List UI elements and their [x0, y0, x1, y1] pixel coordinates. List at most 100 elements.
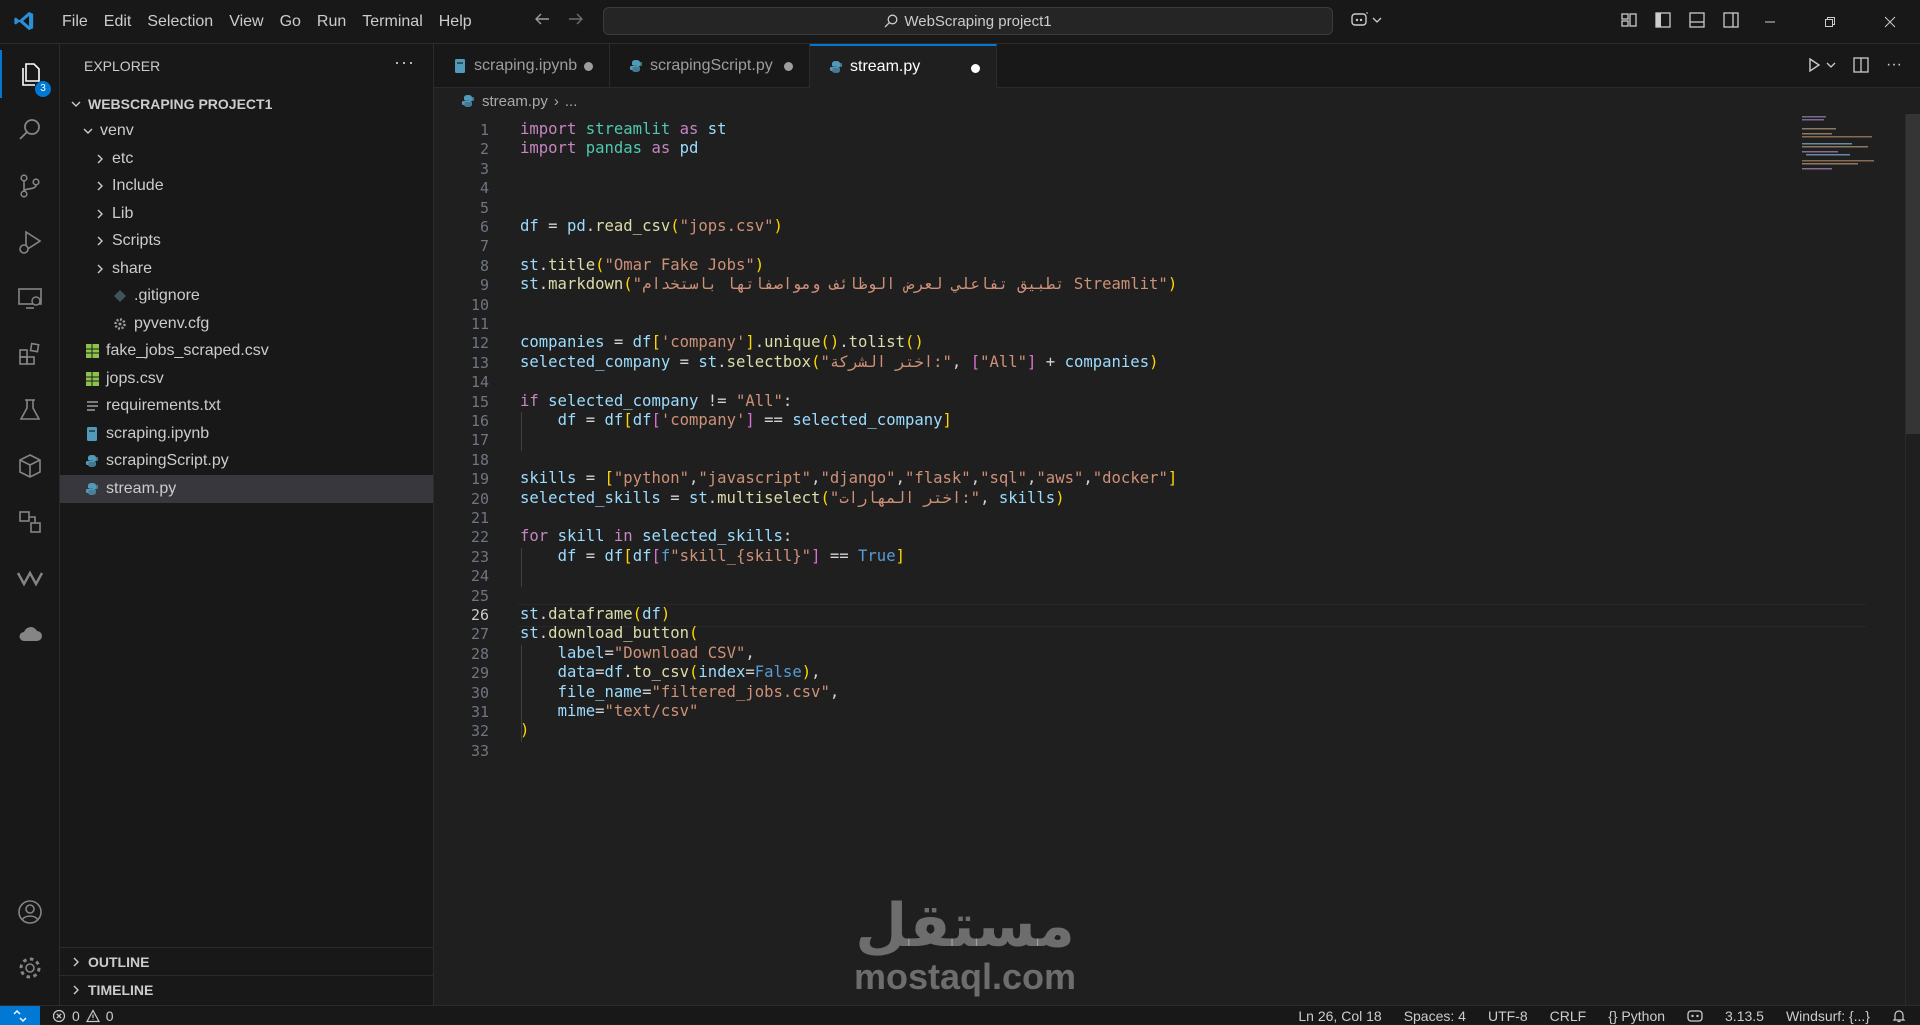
activity-remote-explorer[interactable]	[0, 274, 60, 322]
close-button[interactable]	[1860, 0, 1920, 44]
activity-cloud[interactable]	[0, 610, 60, 658]
minimap[interactable]	[1800, 114, 1890, 174]
toggle-panel-icon[interactable]	[1688, 11, 1706, 29]
menu-go[interactable]: Go	[272, 0, 309, 44]
tree-file-scraping-ipynb[interactable]: scraping.ipynb	[60, 420, 433, 448]
windsurf-status[interactable]: Windsurf: {...}	[1786, 1008, 1870, 1024]
menu-edit[interactable]: Edit	[96, 0, 140, 44]
tree-file-stream-py[interactable]: stream.py	[60, 475, 433, 503]
chevron-down-icon[interactable]	[1826, 60, 1836, 70]
problems-indicator[interactable]: 0 0	[52, 1006, 114, 1025]
tree-folder-venv[interactable]: venv	[60, 118, 433, 146]
code-editor[interactable]: 1 2 3 4 5 6 7 8 9 10 11 12 13 14 15 16 17 18 19 20 21 22 23 24 2…	[434, 114, 1920, 1005]
minimize-button[interactable]	[1740, 0, 1800, 44]
vertical-scrollbar[interactable]	[1905, 114, 1920, 1005]
outline-section[interactable]: OUTLINE	[60, 947, 433, 975]
tree-folder-share[interactable]: share	[60, 255, 433, 283]
more-actions-icon[interactable]: ···	[1886, 56, 1902, 74]
activity-accounts[interactable]	[0, 888, 60, 936]
tree-file-requirements[interactable]: requirements.txt	[60, 393, 433, 421]
toggle-primary-sidebar-icon[interactable]	[1654, 11, 1672, 29]
activity-source-control[interactable]	[0, 162, 60, 210]
tree-file-fake-jobs-csv[interactable]: fake_jobs_scraped.csv	[60, 338, 433, 366]
copilot-icon[interactable]	[1687, 1009, 1703, 1023]
breadcrumb-symbol[interactable]: ...	[565, 93, 578, 110]
search-label: WebScraping project1	[904, 12, 1052, 30]
activity-search[interactable]	[0, 106, 60, 154]
code-line[interactable]: st.title("Omar Fake Jobs")	[520, 256, 764, 274]
restore-button[interactable]	[1800, 0, 1860, 44]
code-line[interactable]: selected_skills = st.multiselect("اختر ا…	[520, 489, 1065, 507]
code-line[interactable]: skills = ["python","javascript","django"…	[520, 469, 1177, 487]
customize-layout-icon[interactable]	[1620, 11, 1638, 29]
run-play-icon[interactable]	[1806, 57, 1822, 73]
tree-folder-lib[interactable]: Lib	[60, 200, 433, 228]
timeline-section[interactable]: TIMELINE	[60, 975, 433, 1003]
split-editor-icon[interactable]	[1852, 56, 1870, 74]
code-line[interactable]: import pandas as pd	[520, 139, 698, 157]
code-line[interactable]: file_name="filtered_jobs.csv",	[520, 683, 840, 701]
line-ending[interactable]: CRLF	[1550, 1008, 1587, 1024]
code-line[interactable]: mime="text/csv"	[520, 702, 699, 720]
menu-run[interactable]: Run	[309, 0, 354, 44]
activity-containers[interactable]	[0, 442, 60, 490]
code-line[interactable]: if selected_company != "All":	[520, 392, 792, 410]
activity-testing[interactable]	[0, 386, 60, 434]
activity-windsurf[interactable]	[0, 554, 60, 602]
scrollbar-thumb[interactable]	[1906, 114, 1920, 434]
menu-view[interactable]: View	[221, 0, 271, 44]
tree-folder-etc[interactable]: etc	[60, 145, 433, 173]
more-actions-button[interactable]: ···	[394, 52, 415, 73]
activity-remote-connections[interactable]	[0, 498, 60, 546]
tab-stream-py[interactable]: stream.py	[810, 44, 997, 88]
language-mode[interactable]: {} Python	[1608, 1008, 1665, 1024]
menu-help[interactable]: Help	[431, 0, 480, 44]
code-line[interactable]: st.markdown("تطبيق تفاعلي لعرض الوظائف و…	[520, 275, 1177, 293]
code-line[interactable]: df = df[df[f"skill_{skill}"] == True]	[520, 547, 905, 565]
code-line[interactable]: for skill in selected_skills:	[520, 527, 792, 545]
python-version[interactable]: 3.13.5	[1725, 1008, 1764, 1024]
forward-arrow-icon[interactable]	[567, 10, 585, 28]
tree-file-jops-csv[interactable]: jops.csv	[60, 365, 433, 393]
tree-file-gitignore[interactable]: .gitignore	[60, 283, 433, 311]
code-line[interactable]: import streamlit as st	[520, 120, 727, 138]
menu-terminal[interactable]: Terminal	[354, 0, 430, 44]
tree-folder-scripts[interactable]: Scripts	[60, 228, 433, 256]
menu-file[interactable]: File	[54, 0, 96, 44]
code-line[interactable]: df = df[df['company'] == selected_compan…	[520, 411, 952, 429]
code-line[interactable]: st.dataframe(df)	[520, 605, 670, 623]
indentation[interactable]: Spaces: 4	[1404, 1008, 1466, 1024]
menu-selection[interactable]: Selection	[139, 0, 221, 44]
toggle-secondary-sidebar-icon[interactable]	[1722, 11, 1740, 29]
code-line[interactable]: label="Download CSV",	[520, 644, 755, 662]
remote-indicator[interactable]	[0, 1006, 40, 1025]
activity-run-debug[interactable]	[0, 218, 60, 266]
activity-explorer[interactable]: 3	[0, 50, 60, 98]
code-line[interactable]: df = pd.read_csv("jops.csv")	[520, 217, 783, 235]
breadcrumb-file[interactable]: stream.py	[482, 93, 548, 110]
tree-file-pyvenv[interactable]: pyvenv.cfg	[60, 310, 433, 338]
code-line[interactable]: st.download_button(	[520, 624, 698, 642]
unsaved-dot-icon[interactable]	[784, 62, 793, 71]
tab-scrapingscript-py[interactable]: scrapingScript.py	[610, 44, 810, 88]
encoding[interactable]: UTF-8	[1488, 1008, 1528, 1024]
back-arrow-icon[interactable]	[533, 10, 551, 28]
code-line[interactable]: selected_company = st.selectbox("اختر ال…	[520, 353, 1158, 371]
line-number: 20	[470, 489, 489, 508]
tree-folder-include[interactable]: Include	[60, 173, 433, 201]
tab-scraping-ipynb[interactable]: scraping.ipynb	[434, 44, 610, 88]
line-number: 12	[470, 334, 489, 353]
unsaved-dot-icon[interactable]	[584, 62, 593, 71]
project-folder[interactable]: WEBSCRAPING PROJECT1	[60, 90, 433, 118]
copilot-button[interactable]	[1350, 11, 1382, 29]
activity-extensions[interactable]	[0, 330, 60, 378]
cursor-position[interactable]: Ln 26, Col 18	[1298, 1008, 1381, 1024]
bell-icon[interactable]	[1892, 1009, 1906, 1023]
command-center-search[interactable]: WebScraping project1	[603, 7, 1333, 35]
code-line[interactable]: data=df.to_csv(index=False),	[520, 663, 821, 681]
code-line[interactable]: )	[520, 721, 529, 739]
tree-file-scrapingscript-py[interactable]: scrapingScript.py	[60, 448, 433, 476]
code-line[interactable]: companies = df['company'].unique().tolis…	[520, 333, 924, 351]
activity-manage[interactable]	[0, 944, 60, 992]
unsaved-dot-icon[interactable]	[971, 64, 980, 73]
